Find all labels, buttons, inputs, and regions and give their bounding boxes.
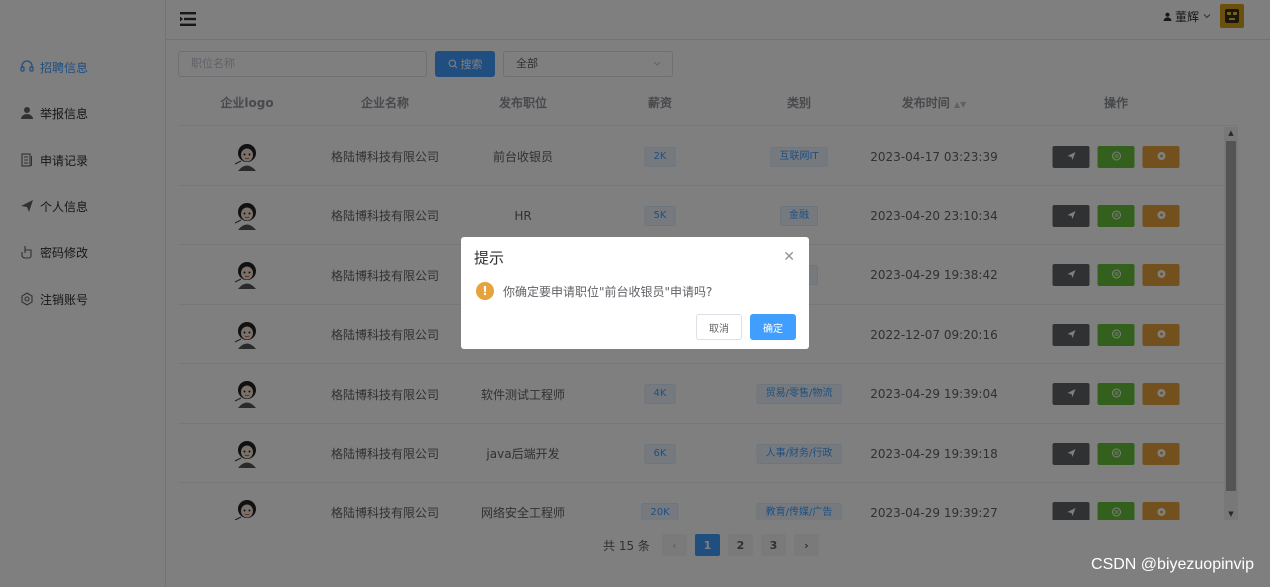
dialog-message: 你确定要申请职位"前台收银员"申请吗?: [503, 285, 713, 299]
confirm-dialog: 提示 ✕ ! 你确定要申请职位"前台收银员"申请吗? 取消 确定: [461, 237, 809, 349]
dialog-title: 提示: [474, 249, 505, 267]
watermark: CSDN @biyezuopinvip: [1091, 556, 1254, 573]
confirm-button[interactable]: 确定: [750, 314, 796, 340]
cancel-button[interactable]: 取消: [696, 314, 742, 340]
close-icon[interactable]: ✕: [783, 249, 795, 265]
warning-icon: !: [476, 282, 494, 300]
